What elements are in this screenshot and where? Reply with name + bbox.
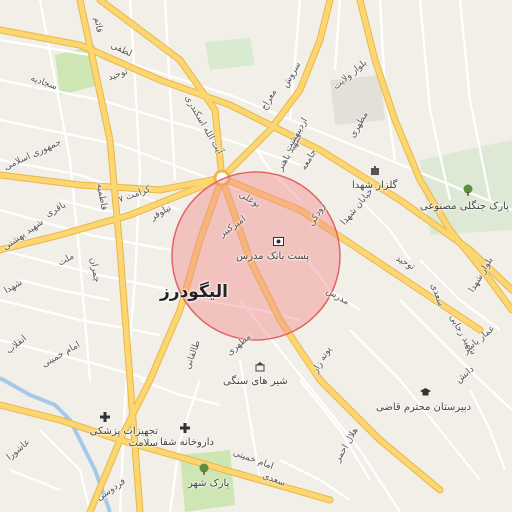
bank-icon[interactable] bbox=[273, 237, 285, 249]
poi-label[interactable]: دبیرستان محترم قاضی bbox=[376, 402, 471, 413]
poi-label[interactable]: گلزار شهدا bbox=[352, 180, 397, 191]
poi-label[interactable]: پارک شهر bbox=[188, 478, 229, 489]
pharmacy-icon[interactable] bbox=[100, 412, 112, 424]
cemetery-icon[interactable] bbox=[370, 166, 382, 178]
poi-label[interactable]: شیر های سنگی bbox=[223, 376, 288, 387]
park-area bbox=[205, 38, 255, 70]
tree-icon[interactable] bbox=[462, 184, 474, 196]
monument-icon[interactable] bbox=[255, 362, 267, 374]
tree-icon[interactable] bbox=[198, 463, 210, 475]
poi-label[interactable]: داروخانه شفا bbox=[160, 437, 214, 448]
poi-label[interactable]: تجهیزات پزشکی سلامت bbox=[68, 426, 158, 450]
pharmacy-icon[interactable] bbox=[180, 423, 192, 435]
school-icon[interactable] bbox=[420, 388, 432, 400]
map-canvas[interactable]: الیگودرز پست بانک مدرس گلزار شهدا پارک ج… bbox=[0, 0, 512, 512]
poi-label-bank[interactable]: پست بانک مدرس bbox=[236, 251, 309, 262]
poi-label[interactable]: پارک جنگلی مصنوعی bbox=[420, 201, 509, 212]
city-label: الیگودرز bbox=[160, 282, 228, 302]
